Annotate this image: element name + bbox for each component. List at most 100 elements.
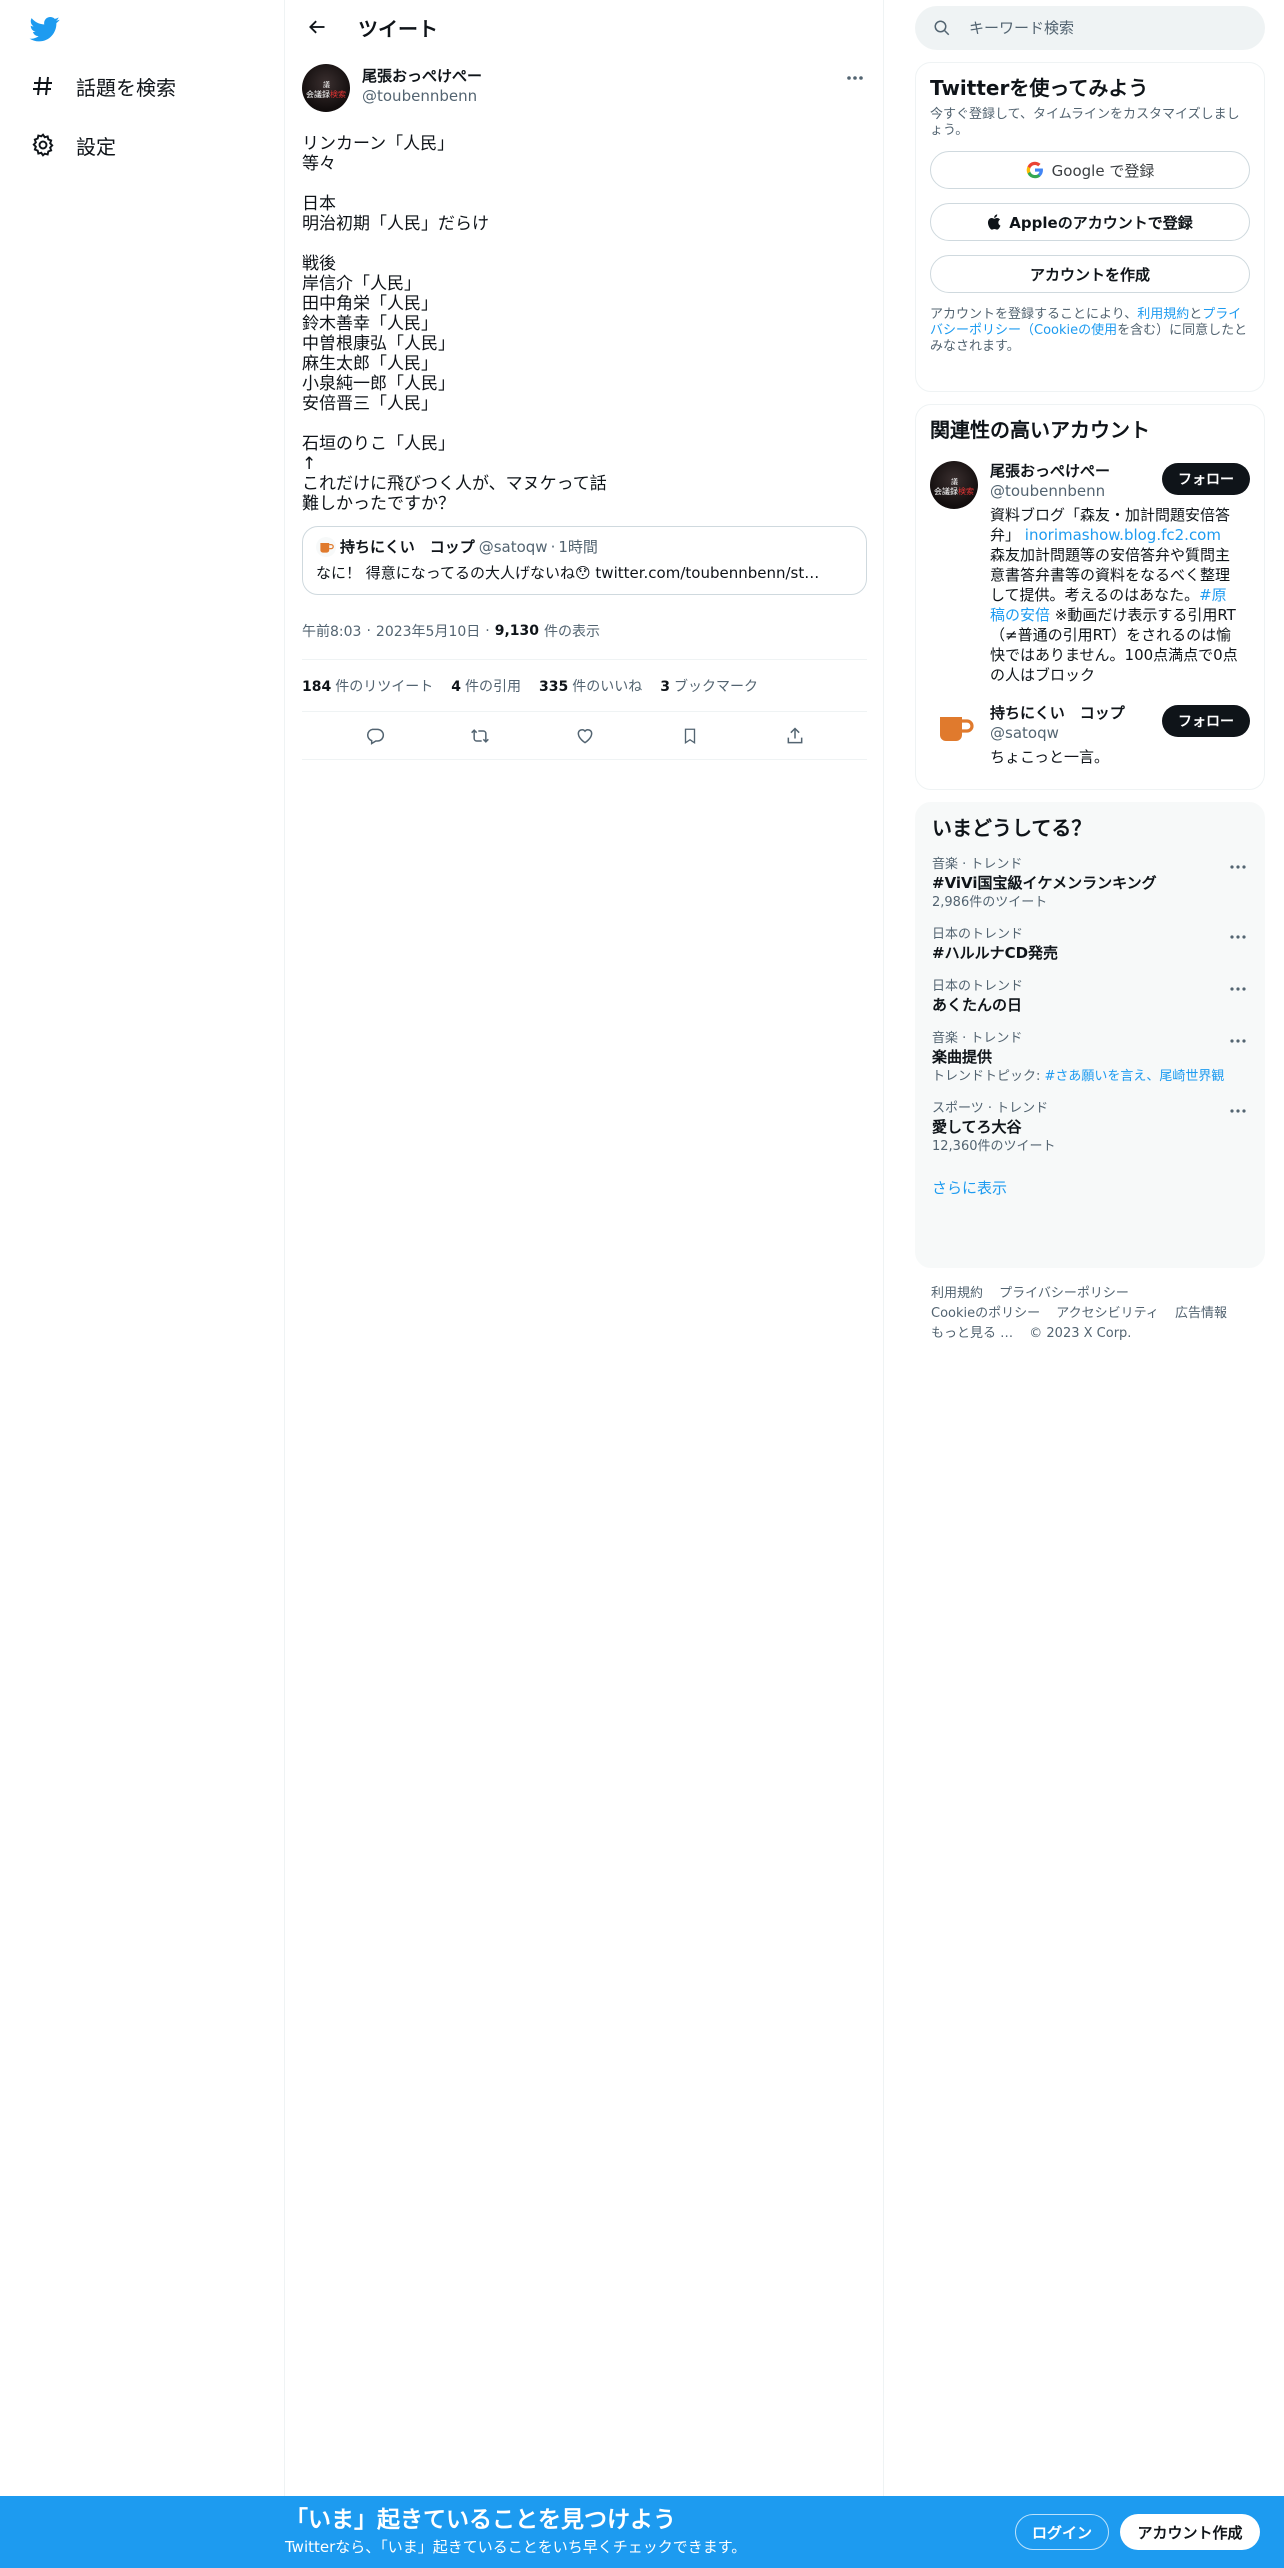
search-input[interactable] — [969, 19, 1219, 37]
retweets-stat[interactable]: 184 件のリツイート — [302, 676, 433, 696]
more-dots-icon — [847, 76, 863, 80]
related-avatar-text-b1: 会議録 — [934, 487, 958, 496]
reply-icon — [366, 728, 384, 745]
main-column: ツイート 議 会議録検索 尾張おっぺけぺー @toubennbenn リンカーン… — [286, 0, 884, 2568]
avatar[interactable]: 議 会議録検索 — [930, 461, 978, 509]
likes-label: 件のいいね — [572, 678, 643, 695]
more-options-button[interactable] — [843, 68, 867, 88]
create-account-button[interactable]: アカウントを作成 — [930, 255, 1250, 293]
cup-avatar-icon[interactable] — [930, 703, 978, 751]
retweets-count: 184 — [302, 678, 332, 695]
trend-item[interactable]: スポーツ · トレンド 愛してろ大谷 12,360件のツイート — [916, 1101, 1264, 1155]
legal-and: と — [1189, 307, 1203, 322]
quote-author-name: 持ちにくい コップ — [340, 538, 475, 556]
twitter-bird-icon[interactable] — [28, 14, 62, 44]
trend-context: 日本のトレンド — [932, 979, 1024, 994]
trends-title: いまどうしてる？ — [932, 816, 1092, 840]
heart-icon — [577, 728, 592, 744]
quote-dot: · — [550, 538, 556, 556]
bookmarks-stat[interactable]: 3 ブックマーク — [660, 676, 758, 696]
trend-item[interactable]: 音楽 · トレンド #ViVi国宝級イケメンランキング 2,986件のツイート — [916, 857, 1264, 911]
tweet-header: 議 会議録検索 尾張おっぺけぺー @toubennbenn — [302, 64, 867, 118]
quote-text: なに！ 得意になってるの大人げないね😯 twitter.com/toubennb… — [316, 564, 820, 582]
trend-sub: 12,360件のツイート — [932, 1139, 1056, 1154]
trend-item[interactable]: 音楽 · トレンド 楽曲提供 トレンドトピック: #さあ願いを言え、尾崎世界観 — [916, 1031, 1264, 1085]
footer-privacy[interactable]: プライバシーポリシー — [999, 1286, 1129, 1301]
trend-context: 音楽 · トレンド — [932, 1031, 1023, 1046]
google-signup-button[interactable]: Google で登録 — [930, 151, 1250, 189]
reply-button[interactable] — [355, 716, 395, 756]
more-dots-icon[interactable] — [1228, 981, 1248, 997]
tweet-text: リンカーン「人民」 等々 日本 明治初期「人民」だらけ 戦後 岸信介「人民」 田… — [302, 134, 607, 514]
apple-signup-button[interactable]: Appleのアカウントで登録 — [930, 203, 1250, 241]
signup-card: Twitterを使ってみよう 今すぐ登録して、タイムラインをカスタマイズしましょ… — [915, 62, 1265, 392]
apple-signup-label: Appleのアカウントで登録 — [1009, 213, 1193, 232]
legal-pre: アカウントを登録することにより、 — [930, 307, 1138, 322]
retweet-button[interactable] — [460, 716, 500, 756]
related-title: 関連性の高いアカウント — [930, 418, 1150, 442]
trend-topic-pre: トレンドトピック: — [932, 1069, 1045, 1084]
footer-ads[interactable]: 広告情報 — [1175, 1306, 1227, 1321]
footer-terms[interactable]: 利用規約 — [931, 1286, 983, 1301]
tweet-actions — [302, 712, 867, 760]
quotes-stat[interactable]: 4 件の引用 — [451, 676, 521, 696]
footer-cookie[interactable]: Cookieのポリシー — [931, 1306, 1040, 1321]
follow-button[interactable]: フォロー — [1162, 463, 1250, 495]
avatar[interactable]: 議 会議録検索 — [302, 64, 350, 112]
show-more-link[interactable]: さらに表示 — [916, 1177, 1264, 1198]
bookmark-button[interactable] — [670, 716, 710, 756]
page-header: ツイート — [286, 0, 883, 54]
signup-desc: 今すぐ登録して、タイムラインをカスタマイズしましょう。 — [930, 107, 1240, 138]
more-dots-icon[interactable] — [1228, 859, 1248, 875]
author-block[interactable]: 尾張おっぺけぺー @toubennbenn — [362, 66, 482, 106]
login-button[interactable]: ログイン — [1015, 2514, 1109, 2550]
trends-card: いまどうしてる？ 音楽 · トレンド #ViVi国宝級イケメンランキング 2,9… — [915, 802, 1265, 1268]
tweet-date[interactable]: 2023年5月10日 — [376, 621, 480, 641]
related-account[interactable]: 議 会議録検索 尾張おっぺけぺー @toubennbenn 資料ブログ「森友・加… — [930, 461, 1250, 685]
likes-count: 335 — [538, 678, 569, 695]
quote-author-handle: @satoqw — [478, 538, 548, 556]
footer-accessibility[interactable]: アクセシビリティ — [1056, 1306, 1159, 1321]
signup-title: Twitterを使ってみよう — [930, 76, 1149, 100]
related-account[interactable]: 持ちにくい コップ @satoqw ちょこっと一言。 フォロー — [930, 703, 1250, 767]
hashtag-icon — [28, 71, 58, 101]
footer-copyright: © 2023 X Corp. — [1029, 1326, 1132, 1341]
avatar-text-b2: 検索 — [330, 90, 346, 99]
right-sidebar: Twitterを使ってみよう 今すぐ登録して、タイムラインをカスタマイズしましょ… — [915, 0, 1265, 1344]
back-button[interactable] — [300, 10, 334, 44]
bio-link[interactable]: inorimashow.blog.fc2.com — [1025, 526, 1221, 544]
trend-topic-link[interactable]: #さあ願いを言え、尾崎世界観 — [1045, 1069, 1225, 1084]
likes-stat[interactable]: 335 件のいいね — [539, 676, 642, 696]
more-dots-icon[interactable] — [1228, 1103, 1248, 1119]
search-box[interactable] — [915, 6, 1265, 50]
follow-button[interactable]: フォロー — [1162, 705, 1250, 737]
more-dots-icon[interactable] — [1228, 929, 1248, 945]
more-dots-icon[interactable] — [1228, 1033, 1248, 1049]
signup-button[interactable]: アカウント作成 — [1120, 2514, 1260, 2550]
trend-item[interactable]: 日本のトレンド あくたんの日 — [916, 979, 1264, 1015]
avatar-text-b1: 会議録 — [306, 90, 330, 99]
nav-settings[interactable]: 設定 — [28, 125, 116, 165]
terms-link[interactable]: 利用規約 — [1137, 307, 1189, 322]
like-button[interactable] — [565, 716, 605, 756]
google-icon — [1026, 161, 1044, 179]
trend-name: #ハルルナCD発売 — [932, 944, 1059, 962]
page-title: ツイート — [358, 16, 438, 41]
trend-item[interactable]: 日本のトレンド #ハルルナCD発売 — [916, 927, 1264, 963]
left-nav: 話題を検索 設定 — [0, 0, 285, 2568]
author-handle[interactable]: @toubennbenn — [362, 86, 482, 106]
tweet-stats: 184 件のリツイート 4 件の引用 335 件のいいね 3 ブックマーク — [302, 659, 867, 712]
footer-more[interactable]: もっと見る … — [931, 1326, 1013, 1341]
nav-explore[interactable]: 話題を検索 — [28, 66, 176, 106]
related-bio: 資料ブログ「森友・加計問題安倍答弁」 inorimashow.blog.fc2.… — [990, 505, 1240, 685]
tweet-time[interactable]: 午前8:03 — [302, 621, 361, 641]
arrow-left-icon — [309, 20, 325, 34]
author-name[interactable]: 尾張おっぺけぺー — [362, 66, 482, 86]
trend-context: 音楽 · トレンド — [932, 857, 1023, 872]
quoted-tweet[interactable]: 持ちにくい コップ @satoqw · 1時間 なに！ 得意になってるの大人げな… — [302, 526, 867, 595]
share-button[interactable] — [775, 716, 815, 756]
tweet: 議 会議録検索 尾張おっぺけぺー @toubennbenn リンカーン「人民」 … — [286, 54, 883, 760]
meta-sep-2: · — [485, 623, 490, 639]
bookmark-icon — [684, 728, 695, 744]
related-avatar-text-b: 会議録検索 — [934, 486, 974, 497]
